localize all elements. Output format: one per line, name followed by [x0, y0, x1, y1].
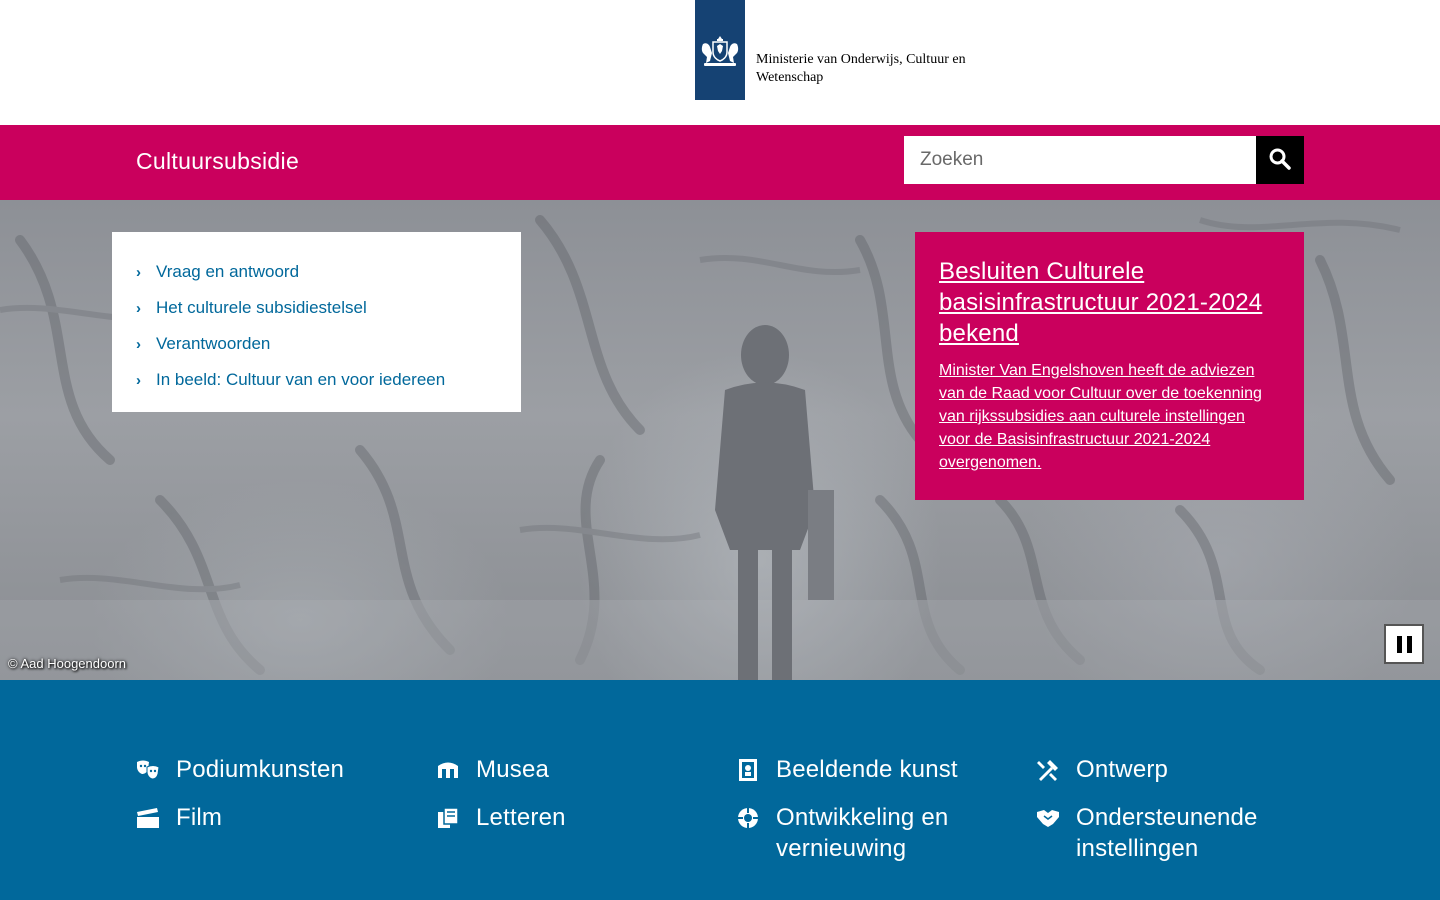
quick-links-list: › Vraag en antwoord › Het culturele subs…: [136, 254, 521, 398]
category-musea[interactable]: Musea: [436, 754, 549, 785]
top-header: Ministerie van Onderwijs, Cultuur en Wet…: [0, 0, 1440, 125]
innovation-icon: [738, 808, 758, 828]
search-icon: [1269, 148, 1291, 173]
list-item: › Verantwoorden: [136, 326, 521, 362]
pause-slideshow-button[interactable]: [1384, 624, 1424, 664]
design-tools-icon: [1037, 760, 1058, 781]
category-podiumkunsten[interactable]: Podiumkunsten: [136, 754, 344, 785]
category-label: Ontwerp: [1076, 756, 1169, 783]
category-beeldende-kunst[interactable]: Beeldende kunst: [736, 754, 958, 785]
site-bar: Cultuursubsidie: [0, 125, 1440, 200]
hero-person-figure: [715, 325, 834, 680]
ministry-name: Ministerie van Onderwijs, Cultuur en Wet…: [756, 51, 996, 86]
chevron-right-icon: ›: [136, 335, 141, 353]
chevron-right-icon: ›: [136, 263, 141, 281]
category-letteren[interactable]: Letteren: [436, 802, 566, 833]
ministry-name-line2: Wetenschap: [756, 69, 824, 85]
museum-icon: [438, 762, 458, 778]
site-title-link[interactable]: Cultuursubsidie: [136, 148, 299, 175]
category-label: Podiumkunsten: [176, 756, 345, 783]
pause-icon-bar: [1406, 635, 1412, 653]
artwork-icon: [739, 759, 757, 781]
search-form: [904, 136, 1304, 184]
quick-link-vraag-en-antwoord[interactable]: Vraag en antwoord: [156, 262, 299, 282]
list-item: › Het culturele subsidiestelsel: [136, 290, 521, 326]
category-label: Letteren: [476, 804, 566, 831]
category-label: Beeldende kunst: [776, 756, 958, 783]
handshake-icon: [1037, 810, 1059, 827]
coat-of-arms-icon: [695, 0, 745, 100]
photo-credit: © Aad Hoogendoorn: [8, 656, 127, 671]
quick-link-subsidiestelsel[interactable]: Het culturele subsidiestelsel: [156, 298, 367, 318]
search-button[interactable]: [1256, 136, 1304, 184]
category-ondersteunende-instellingen[interactable]: Ondersteunende instellingen: [1036, 802, 1286, 864]
category-label: Ondersteunende instellingen: [1076, 804, 1258, 862]
hero-carousel: › Vraag en antwoord › Het culturele subs…: [0, 200, 1440, 680]
list-item: › In beeld: Cultuur van en voor iedereen: [136, 362, 521, 398]
ministry-logo-link[interactable]: Ministerie van Onderwijs, Cultuur en Wet…: [695, 0, 996, 100]
chevron-right-icon: ›: [136, 299, 141, 317]
theater-masks-icon: [137, 760, 160, 780]
featured-news-card: Besluiten Culturele basisinfrastructuur …: [915, 232, 1304, 500]
category-label: Film: [176, 804, 223, 831]
category-ontwerp[interactable]: Ontwerp: [1036, 754, 1168, 785]
ministry-name-line1: Ministerie van Onderwijs, Cultuur en: [756, 52, 966, 67]
pause-icon: [1396, 635, 1402, 653]
books-icon: [438, 807, 459, 828]
quick-link-verantwoorden[interactable]: Verantwoorden: [156, 334, 270, 354]
chevron-right-icon: ›: [136, 371, 141, 389]
clapperboard-icon: [137, 808, 159, 828]
quick-link-in-beeld[interactable]: In beeld: Cultuur van en voor iedereen: [156, 370, 445, 390]
list-item: › Vraag en antwoord: [136, 254, 521, 290]
news-summary-link[interactable]: Minister Van Engelshoven heeft de adviez…: [939, 359, 1280, 474]
news-title-link[interactable]: Besluiten Culturele basisinfrastructuur …: [939, 256, 1280, 349]
category-ontwikkeling-en-vernieuwing[interactable]: Ontwikkeling en vernieuwing: [736, 802, 976, 864]
category-label: Musea: [476, 756, 550, 783]
category-label: Ontwikkeling en vernieuwing: [776, 804, 949, 862]
quick-links-panel: › Vraag en antwoord › Het culturele subs…: [112, 232, 521, 412]
category-film[interactable]: Film: [136, 802, 222, 833]
search-input[interactable]: [904, 136, 1256, 184]
category-navigation: Podiumkunsten Musea Beeldende kunst Ontw…: [0, 680, 1440, 900]
